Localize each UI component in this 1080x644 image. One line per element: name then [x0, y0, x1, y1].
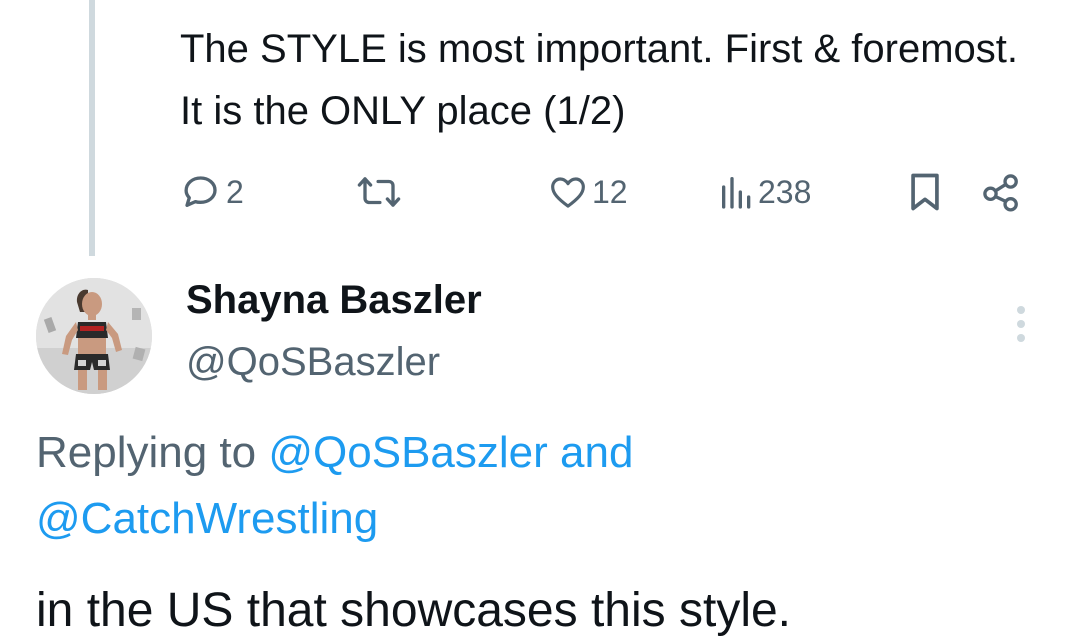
- reply-author-header: Shayna Baszler @QoSBaszler: [0, 270, 1080, 400]
- reply-button[interactable]: 2: [180, 164, 244, 220]
- bookmark-button[interactable]: [906, 164, 944, 220]
- mention-link-catchwrestling[interactable]: @CatchWrestling: [36, 494, 378, 543]
- previous-tweet-text: The STYLE is most important. First & for…: [180, 27, 1019, 133]
- mention-conjunction[interactable]: and: [560, 428, 633, 477]
- speech-bubble-icon: [184, 176, 217, 207]
- share-button[interactable]: [980, 164, 1022, 220]
- heart-icon: [551, 177, 585, 208]
- like-count: 12: [592, 173, 628, 210]
- views-count: 238: [758, 173, 812, 210]
- reply-tweet-text: in the US that showcases this style.: [36, 584, 792, 637]
- retweet-icon: [357, 177, 401, 207]
- thread-connector-line: [89, 0, 95, 256]
- share-icon: [983, 174, 1018, 212]
- previous-tweet-action-bar: 2 12 238: [180, 164, 1050, 220]
- vertical-ellipsis-icon: [1017, 306, 1025, 342]
- mention-link-qosbaszler[interactable]: @QoSBaszler: [268, 428, 547, 477]
- reply-count: 2: [226, 173, 244, 210]
- author-display-name[interactable]: Shayna Baszler: [186, 278, 482, 323]
- more-options-button[interactable]: [1006, 300, 1036, 350]
- bar-chart-icon: [722, 177, 751, 209]
- bookmark-icon: [911, 173, 939, 211]
- replying-to-prefix: Replying to: [36, 428, 257, 477]
- views-button[interactable]: 238: [720, 164, 811, 220]
- profile-photo: [36, 278, 152, 394]
- avatar[interactable]: [36, 278, 152, 394]
- replying-to-line: Replying to @QoSBaszler and @CatchWrestli…: [36, 420, 1036, 552]
- author-handle[interactable]: @QoSBaszler: [186, 340, 440, 385]
- retweet-button[interactable]: [356, 164, 406, 220]
- like-button[interactable]: 12: [548, 164, 628, 220]
